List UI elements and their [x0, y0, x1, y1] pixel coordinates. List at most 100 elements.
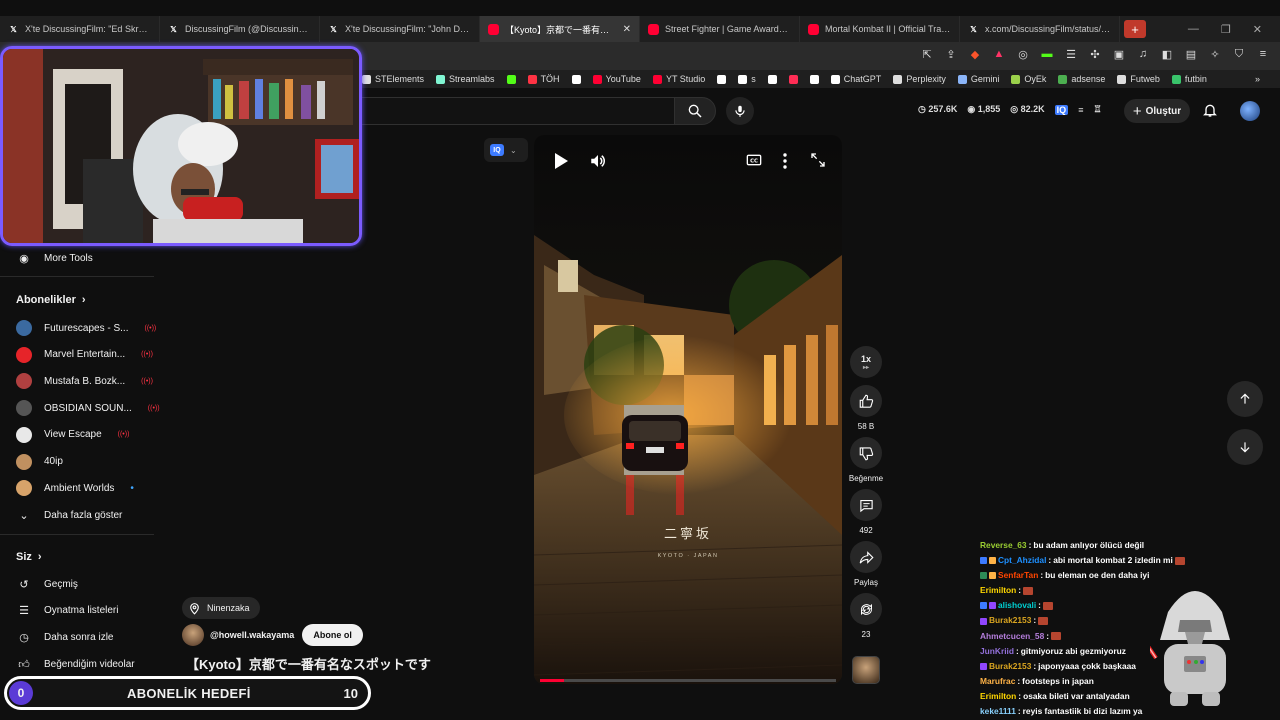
- show-more-button[interactable]: ⌄ Daha fazla göster: [16, 507, 122, 523]
- screenshot-icon[interactable]: ▣: [1112, 48, 1126, 61]
- brave-shield-icon[interactable]: ◆: [968, 48, 982, 61]
- bookmarks-overflow-icon[interactable]: »: [1255, 74, 1260, 84]
- bookmark-item[interactable]: Futweb: [1117, 74, 1160, 84]
- sidebar-channel[interactable]: OBSIDIAN SOUN... ((•)): [16, 400, 160, 417]
- like-button[interactable]: 58 B: [850, 385, 882, 431]
- sidebar-channel[interactable]: 40ip: [16, 453, 63, 470]
- browser-tab[interactable]: 𝕏x.com/DiscussingFilm/status/20264: [960, 16, 1120, 42]
- rewards-icon[interactable]: ▲: [992, 48, 1006, 61]
- bookmark-item[interactable]: [506, 74, 516, 84]
- browser-tab[interactable]: Street Fighter | Game Awards Sneak: [640, 16, 800, 42]
- video-progress-bar[interactable]: [540, 679, 836, 682]
- bookmark-item[interactable]: futbin: [1171, 74, 1207, 84]
- browser-tab[interactable]: 𝕏 X'te DiscussingFilm: "Ed Skrein has b: [0, 16, 160, 42]
- music-icon[interactable]: ♫: [1136, 48, 1150, 61]
- bookmark-item[interactable]: YT Studio: [652, 74, 705, 84]
- bookmark-item[interactable]: adsense: [1058, 74, 1105, 84]
- share-icon: [859, 550, 874, 564]
- close-tab-icon[interactable]: ✕: [623, 24, 631, 35]
- bookmark-item[interactable]: [767, 74, 777, 84]
- remix-button[interactable]: 23: [850, 593, 882, 639]
- sound-thumbnail[interactable]: [852, 656, 880, 684]
- wallet-icon[interactable]: ▤: [1184, 48, 1198, 61]
- dislike-button[interactable]: Beğenme: [849, 437, 883, 483]
- quality-badge[interactable]: IQ ⌄: [484, 138, 528, 162]
- new-tab-button[interactable]: +: [1124, 20, 1146, 38]
- browser-tab[interactable]: 𝕏 X'te DiscussingFilm: "John Davidson: [320, 16, 480, 42]
- sidebar-channel[interactable]: View Escape ((•)): [16, 426, 129, 443]
- sidebar-item[interactable]: 👍︎ Beğendiğim videolar: [16, 656, 134, 672]
- sidebar-channel[interactable]: Ambient Worlds •: [16, 480, 134, 497]
- bookmark-item[interactable]: Streamlabs: [436, 74, 495, 84]
- close-window-icon[interactable]: ✕: [1253, 23, 1262, 36]
- share-button[interactable]: Paylaş: [850, 541, 882, 587]
- browser-tab[interactable]: 𝕏 DiscussingFilm (@DiscussingFilm) / X: [160, 16, 320, 42]
- sidebar-item[interactable]: ↺ Geçmiş: [16, 576, 78, 592]
- avatar[interactable]: [1240, 101, 1260, 121]
- extension-icon[interactable]: IQ: [1054, 104, 1069, 115]
- bookmark-item[interactable]: TÖH: [527, 74, 560, 84]
- bookmark-item[interactable]: Gemini: [957, 74, 999, 84]
- speed-button[interactable]: 1x ▸▸: [850, 346, 882, 378]
- comment-icon: [859, 499, 873, 512]
- voice-search-button[interactable]: [726, 97, 754, 125]
- sidebar-channel[interactable]: Marvel Entertain... ((•)): [16, 346, 153, 363]
- bookmark-item[interactable]: YouTube: [592, 74, 641, 84]
- search-input[interactable]: [340, 97, 674, 125]
- notifications-button[interactable]: [1202, 102, 1218, 123]
- captions-button[interactable]: CC: [746, 152, 762, 173]
- bookmark-item[interactable]: s: [738, 74, 756, 84]
- subscribe-button[interactable]: Abone ol: [302, 624, 363, 646]
- extension-icon[interactable]: ▬: [1040, 48, 1054, 61]
- vpn-icon[interactable]: ⛉: [1232, 48, 1246, 61]
- sidebar-channel[interactable]: Futurescapes - S... ((•)): [16, 320, 156, 336]
- bookmark-favicon-icon: [1171, 74, 1181, 84]
- extension-icon[interactable]: ☰: [1064, 48, 1078, 61]
- channel-avatar: [16, 346, 32, 363]
- video-player[interactable]: 二寧坂 KYOTO · JAPAN: [534, 135, 842, 684]
- share-icon[interactable]: ⇪: [944, 48, 958, 61]
- extension-icon[interactable]: ◎: [1016, 48, 1030, 61]
- fullscreen-button[interactable]: [810, 152, 826, 173]
- volume-button[interactable]: [589, 152, 607, 175]
- sidebar-channel[interactable]: Mustafa B. Bozk... ((•)): [16, 373, 153, 390]
- browser-tab[interactable]: 【Kyoto】京都で一番有名なスポット ✕: [480, 16, 640, 42]
- channel-name[interactable]: @howell.wakayama: [210, 630, 294, 640]
- next-video-button[interactable]: [1227, 429, 1263, 465]
- previous-video-button[interactable]: [1227, 381, 1263, 417]
- install-icon[interactable]: ⇱: [920, 48, 934, 61]
- sidebar-item[interactable]: ☰ Oynatma listeleri: [16, 603, 118, 619]
- create-button[interactable]: + Oluştur: [1124, 99, 1190, 123]
- bookmark-item[interactable]: [788, 74, 798, 84]
- bookmark-item[interactable]: Perplexity: [893, 74, 946, 84]
- bookmark-item[interactable]: ChatGPT: [830, 74, 881, 84]
- play-button[interactable]: [553, 152, 569, 175]
- you-header[interactable]: Siz ›: [16, 551, 42, 563]
- bookmark-item[interactable]: [717, 74, 727, 84]
- search-button[interactable]: [674, 97, 716, 125]
- channel-avatar[interactable]: [182, 624, 204, 646]
- chat-badge-icon: [980, 572, 987, 580]
- bookmark-item[interactable]: [571, 74, 581, 84]
- maximize-icon[interactable]: ❐: [1221, 23, 1231, 36]
- extensions-puzzle-icon[interactable]: ✣: [1088, 48, 1102, 61]
- minimize-icon[interactable]: —: [1188, 23, 1199, 35]
- menu-icon[interactable]: ≡: [1256, 48, 1270, 61]
- browser-tab[interactable]: Mortal Kombat II | Official Trailer II: [800, 16, 960, 42]
- bookmark-item[interactable]: STElements: [362, 74, 424, 84]
- location-chip[interactable]: Ninenzaka: [182, 597, 260, 619]
- sidebar-item[interactable]: ◷ Daha sonra izle: [16, 629, 113, 645]
- list-icon[interactable]: ≡: [1078, 105, 1083, 115]
- sidebar-icon[interactable]: ◧: [1160, 48, 1174, 61]
- extension-icon[interactable]: ♖: [1093, 104, 1101, 115]
- speed-control[interactable]: 1x ▸▸: [850, 346, 882, 378]
- speed-label: 1x: [860, 353, 871, 364]
- sidebar: ◉ More Tools Abonelikler › Futurescapes …: [0, 246, 160, 720]
- more-options-button[interactable]: [780, 152, 790, 175]
- comments-button[interactable]: 492: [850, 489, 882, 535]
- sidebar-item-more-tools[interactable]: ◉ More Tools: [16, 250, 93, 266]
- bookmark-item[interactable]: OyEk: [1011, 74, 1046, 84]
- subscriptions-header[interactable]: Abonelikler ›: [16, 294, 86, 306]
- leo-icon[interactable]: ✧: [1208, 48, 1222, 61]
- bookmark-item[interactable]: [809, 74, 819, 84]
